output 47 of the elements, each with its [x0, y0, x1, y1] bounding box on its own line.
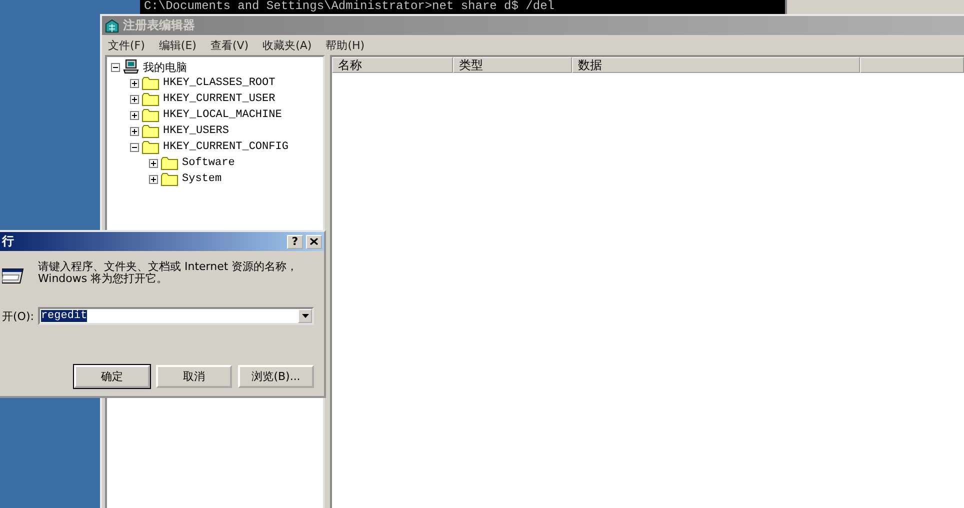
expand-icon[interactable]	[130, 126, 139, 136]
menu-item[interactable]: 查看(V)	[210, 38, 249, 52]
menu-item[interactable]: 编辑(E)	[158, 38, 196, 52]
folder-icon	[142, 108, 159, 122]
tree-item[interactable]: HKEY_CURRENT_USER	[162, 93, 276, 105]
expand-icon[interactable]	[130, 110, 139, 120]
window-title: 注册表编辑器	[123, 17, 196, 34]
tree-item[interactable]: System	[181, 173, 223, 185]
help-button[interactable]: ?	[287, 234, 303, 248]
collapse-icon[interactable]	[130, 142, 139, 152]
tree-item[interactable]: Software	[181, 157, 236, 169]
column-header[interactable]: 类型	[453, 57, 572, 73]
open-label: 开(O):	[2, 308, 34, 324]
tree-item[interactable]: HKEY_LOCAL_MACHINE	[162, 109, 283, 121]
folder-icon	[161, 156, 178, 170]
expand-icon[interactable]	[149, 174, 158, 184]
registry-icon	[104, 18, 120, 34]
folder-icon	[142, 92, 159, 106]
tree-item[interactable]: HKEY_CURRENT_CONFIG	[162, 141, 290, 153]
expand-icon[interactable]	[130, 78, 139, 88]
dialog-button[interactable]: 浏览(B)...	[238, 365, 314, 388]
tree-item[interactable]: HKEY_USERS	[162, 125, 230, 137]
dialog-button[interactable]: 确定	[74, 365, 150, 388]
close-icon	[310, 238, 318, 245]
tree-item[interactable]: 我的电脑	[142, 60, 188, 74]
column-header[interactable]: 数据	[572, 57, 860, 73]
window-title: 行	[2, 233, 15, 250]
caret-icon	[302, 314, 308, 318]
menu-item[interactable]: 收藏夹(A)	[262, 38, 312, 52]
folder-icon	[142, 124, 159, 138]
column-header[interactable]: 名称	[332, 57, 453, 73]
folder-icon	[161, 172, 178, 186]
expand-icon[interactable]	[130, 94, 139, 104]
collapse-icon[interactable]	[111, 62, 120, 72]
expand-icon[interactable]	[149, 158, 158, 168]
description-text: 请键入程序、文件夹、文档或 Internet 资源的名称，Windows 将为您打开它。	[38, 261, 299, 285]
menu-item[interactable]: 帮助(H)	[326, 38, 365, 52]
computer-icon	[123, 59, 139, 75]
close-button[interactable]	[306, 234, 322, 248]
menu-item[interactable]: 文件(F)	[108, 38, 145, 52]
tree-item[interactable]: HKEY_CLASSES_ROOT	[162, 77, 276, 89]
folder-icon	[142, 140, 159, 154]
open-combo-box[interactable]: regedit	[38, 307, 314, 325]
dialog-button[interactable]: 取消	[156, 365, 232, 388]
console-text: C:\Documents and Settings\Administrator>net share d$ /del	[143, 0, 556, 13]
dropdown-button[interactable]	[298, 309, 312, 323]
folder-icon	[142, 76, 159, 90]
